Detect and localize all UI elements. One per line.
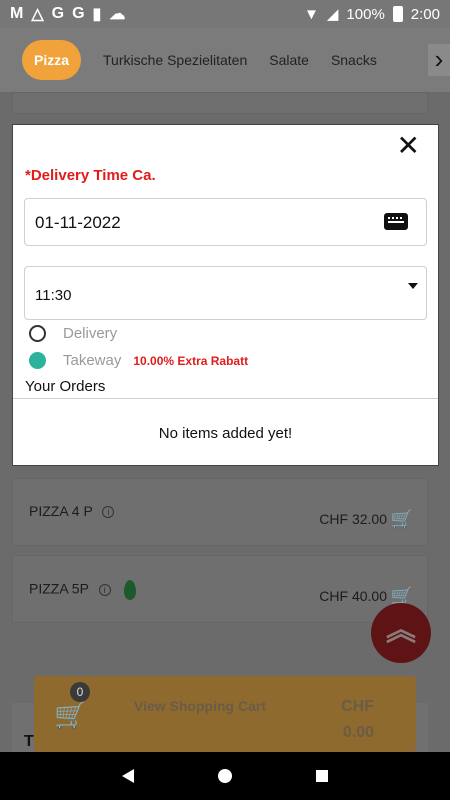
divider	[13, 398, 438, 399]
drive-icon: △	[31, 6, 44, 23]
item-name: PIZZA 5P	[29, 580, 89, 597]
add-to-cart-icon[interactable]: 🛒	[391, 509, 413, 530]
time-select[interactable]: 11:30	[24, 266, 427, 320]
system-icons: ▼ ◢ 100% 2:00	[304, 5, 440, 24]
keyboard-icon[interactable]	[384, 213, 408, 230]
orders-title: Your Orders	[25, 378, 106, 395]
category-tabs: Pizza Turkische Spezielitaten Salate Sna…	[0, 28, 450, 92]
notification-icons: M △ G G ▮ ☁	[10, 4, 125, 24]
google-icon: G	[51, 5, 65, 22]
sd-card-icon: ▮	[92, 6, 102, 23]
section-heading: T	[24, 733, 34, 750]
battery-percent: 100%	[346, 5, 385, 23]
takeway-label: Takeway	[63, 352, 122, 369]
view-cart-label: View Shopping Cart	[134, 698, 266, 714]
delivery-time-title: *Delivery Time Ca.	[25, 167, 156, 184]
navigation-bar	[0, 752, 450, 800]
tab-pizza[interactable]: Pizza	[22, 40, 82, 80]
tab-snacks[interactable]: Snacks	[331, 52, 377, 68]
cloud-icon: ☁	[109, 6, 126, 23]
delivery-option[interactable]: Delivery	[29, 325, 117, 342]
list-item[interactable]: PIZZA 4 P i CHF 32.00 🛒	[12, 478, 428, 546]
cart-icon: 🛒	[54, 700, 87, 730]
home-icon[interactable]	[218, 769, 232, 783]
tab-salate[interactable]: Salate	[269, 52, 309, 68]
view-cart-button[interactable]: 🛒 0 View Shopping Cart CHF 0.00	[34, 676, 416, 752]
date-field[interactable]: 01-11-2022	[24, 198, 427, 246]
status-bar: M △ G G ▮ ☁ ▼ ◢ 100% 2:00	[0, 0, 450, 28]
scroll-to-top-button[interactable]: ︽	[371, 603, 431, 663]
cart-count-badge: 0	[70, 682, 90, 702]
info-icon[interactable]: i	[102, 506, 115, 519]
dropdown-arrow-icon	[408, 283, 418, 289]
cart-currency: CHF	[341, 698, 374, 715]
vegetarian-leaf-icon	[124, 580, 137, 600]
close-icon[interactable]: ✕	[397, 131, 420, 161]
date-value: 01-11-2022	[35, 213, 121, 232]
signal-icon: ◢	[326, 6, 339, 23]
delivery-radio[interactable]	[29, 325, 46, 342]
orders-empty-message: No items added yet!	[158, 425, 293, 442]
delivery-label: Delivery	[63, 325, 118, 342]
item-name: PIZZA 4 P	[29, 503, 93, 519]
item-price: CHF 32.00	[319, 511, 387, 527]
item-name-row: PIZZA 4 P i	[29, 503, 115, 519]
clock: 2:00	[410, 5, 440, 23]
tab-turkische-spezielitaten[interactable]: Turkische Spezielitaten	[103, 52, 247, 68]
google-icon: G	[72, 5, 85, 22]
gmail-icon: M	[10, 5, 24, 22]
wifi-icon: ▼	[304, 5, 319, 23]
takeway-option[interactable]: Takeway 10.00% Extra Rabatt	[29, 352, 248, 369]
takeway-radio[interactable]	[29, 352, 46, 369]
recent-apps-icon[interactable]	[316, 770, 328, 782]
info-icon[interactable]: i	[98, 584, 111, 596]
takeway-discount: 10.00% Extra Rabatt	[133, 353, 249, 368]
delivery-time-dialog: ✕ *Delivery Time Ca. 01-11-2022 11:30 De…	[12, 124, 439, 466]
list-item[interactable]: PIZZA 5P i CHF 40.00 🛒	[12, 555, 428, 623]
chevron-right-icon[interactable]: ›	[428, 44, 450, 76]
back-icon[interactable]	[122, 769, 134, 783]
item-price: CHF 40.00	[319, 588, 387, 604]
cart-total: 0.00	[342, 724, 374, 741]
list-item	[12, 92, 428, 114]
item-name-row: PIZZA 5P i	[29, 580, 137, 600]
time-value: 11:30	[35, 287, 72, 304]
battery-icon	[392, 6, 403, 22]
